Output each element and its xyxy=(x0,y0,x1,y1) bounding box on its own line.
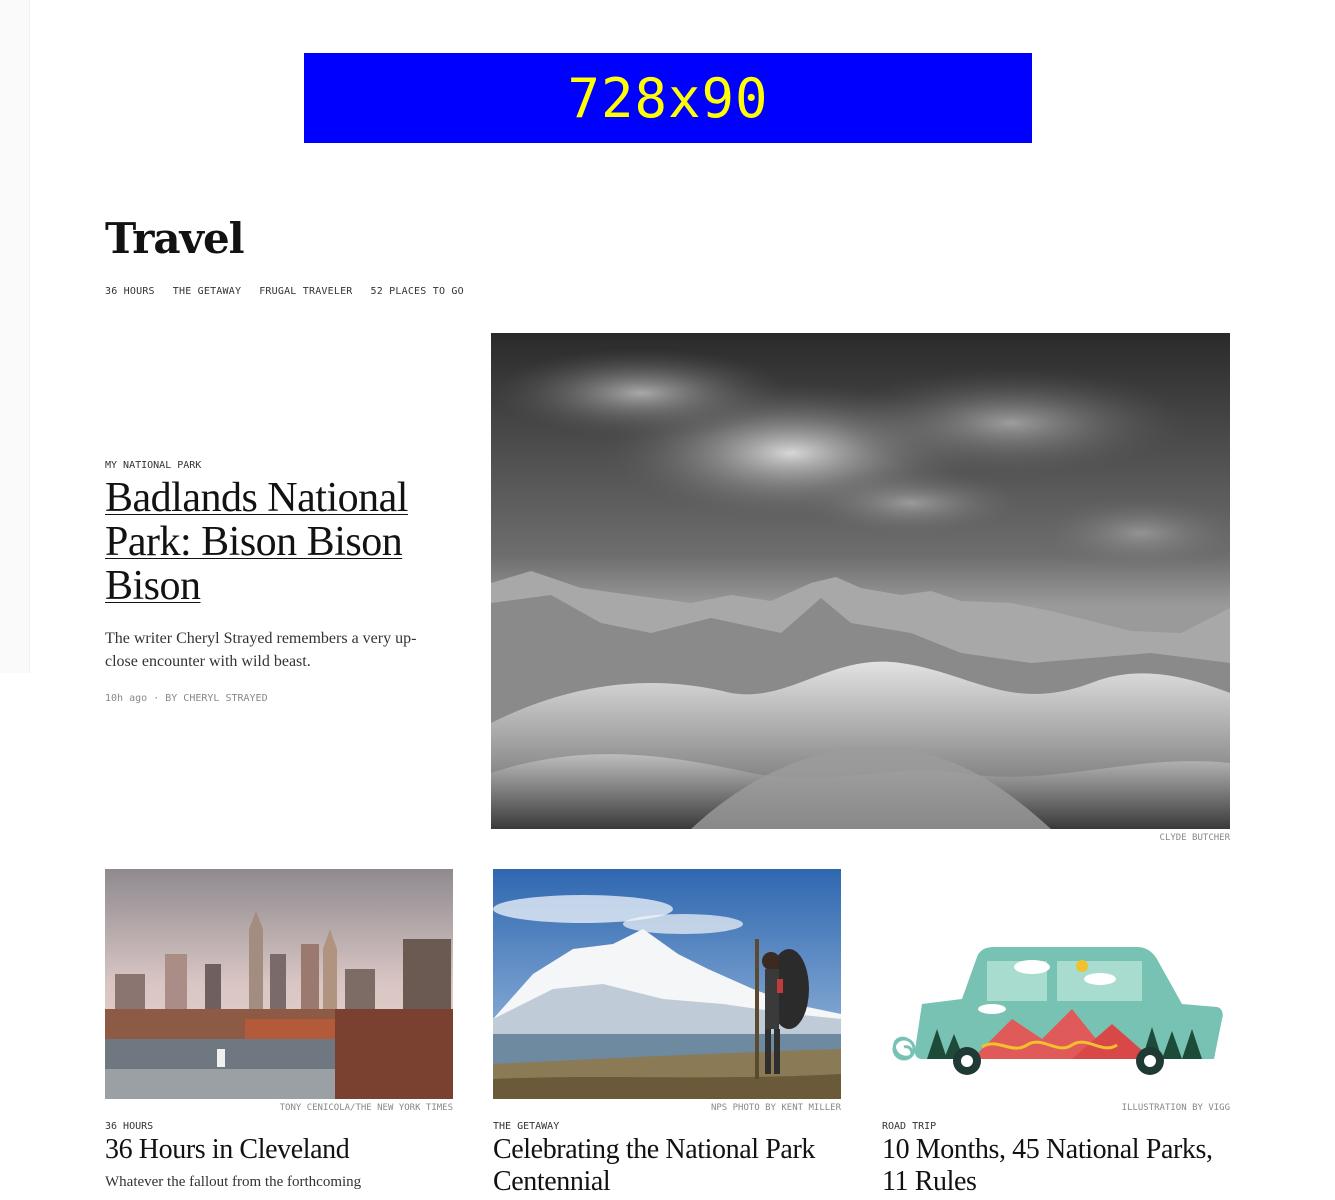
summary-cleveland: Whatever the fallout from the forthcomin… xyxy=(105,1174,362,1190)
section-title[interactable]: Travel xyxy=(105,214,245,263)
thumb-cleveland[interactable] xyxy=(105,869,453,1099)
headline-centennial[interactable]: Celebrating the National Park Centennial xyxy=(493,1134,841,1198)
kicker-cleveland[interactable]: 36 Hours xyxy=(105,1121,453,1132)
left-rail xyxy=(0,0,30,673)
credit-cleveland: Tony Cenicola/The New York Times xyxy=(279,1103,453,1113)
cleveland-skyline-photo xyxy=(105,869,453,1099)
subnav-item-frugal-traveler[interactable]: Frugal Traveler xyxy=(259,286,352,297)
lead-image-badlands[interactable] xyxy=(491,333,1230,829)
lead-summary: The writer Cheryl Strayed remembers a ve… xyxy=(105,630,417,670)
subnav-item-52-places[interactable]: 52 Places to Go xyxy=(371,286,464,297)
car-illustration xyxy=(882,869,1230,1099)
thumb-centennial[interactable] xyxy=(493,869,841,1099)
story-card-cleveland[interactable]: Tony Cenicola/The New York Times 36 Hour… xyxy=(105,869,453,1192)
credit-centennial: NPS Photo by Kent Miller xyxy=(710,1103,841,1113)
subnav-item-the-getaway[interactable]: The Getaway xyxy=(173,286,241,297)
subnav-item-36-hours[interactable]: 36 Hours xyxy=(105,286,155,297)
lead-kicker[interactable]: My National Park xyxy=(105,460,201,471)
hiker-mountain-photo xyxy=(493,869,841,1099)
headline-cleveland[interactable]: 36 Hours in Cleveland xyxy=(105,1134,453,1166)
story-card-road-trip[interactable]: Illustration by Vigg Road Trip 10 Months… xyxy=(882,869,1230,1198)
badlands-photo xyxy=(491,333,1230,829)
lead-author: By Cheryl Strayed xyxy=(165,693,268,704)
thumb-road-trip[interactable] xyxy=(882,869,1230,1099)
credit-road-trip: Illustration by Vigg xyxy=(1121,1103,1230,1113)
byline-separator: · xyxy=(153,693,166,704)
section-subnav: 36 Hours The Getaway Frugal Traveler 52 … xyxy=(105,286,464,297)
headline-road-trip[interactable]: 10 Months, 45 National Parks, 11 Rules xyxy=(882,1134,1230,1198)
ad-banner[interactable]: 728x90 xyxy=(304,53,1032,143)
lead-byline: 10h ago · By Cheryl Strayed xyxy=(105,693,268,704)
lead-headline-link[interactable]: Badlands National Park: Bison Bison Biso… xyxy=(105,475,408,609)
lead-image-credit: Clyde Butcher xyxy=(1159,833,1230,843)
kicker-centennial[interactable]: The Getaway xyxy=(493,1121,841,1132)
lead-headline: Badlands National Park: Bison Bison Biso… xyxy=(105,476,455,608)
kicker-road-trip[interactable]: Road Trip xyxy=(882,1121,1230,1132)
lead-timestamp: 10h ago xyxy=(105,693,148,704)
story-card-centennial[interactable]: NPS Photo by Kent Miller The Getaway Cel… xyxy=(493,869,841,1198)
